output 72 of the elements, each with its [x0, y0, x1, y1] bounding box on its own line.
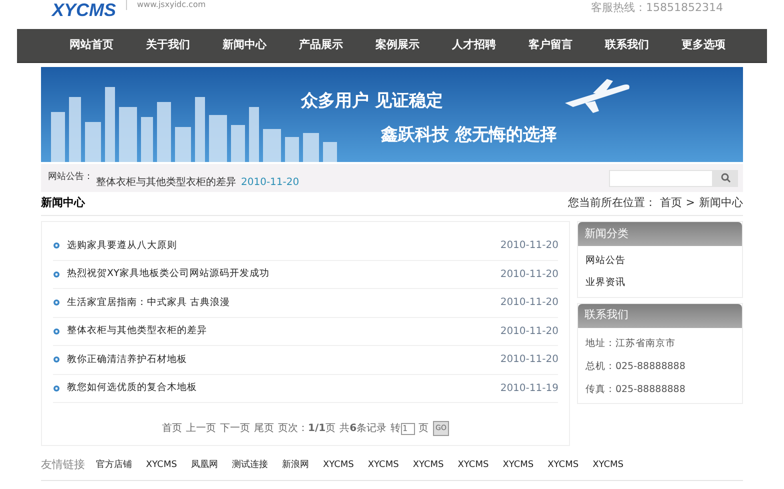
friend-link[interactable]: XYCMS: [548, 458, 579, 472]
friend-link[interactable]: XYCMS: [322, 458, 354, 472]
friend-link[interactable]: 凤凰网: [190, 458, 218, 472]
nav-link[interactable]: 新闻中心: [206, 37, 282, 54]
pager-link[interactable]: 下一页: [220, 421, 250, 436]
friend-links-label: 友情链接: [41, 457, 85, 474]
notice-label: 网站公告：: [48, 171, 93, 184]
news-link[interactable]: 生活家宜居指南：中式家具 古典浪漫: [67, 296, 230, 310]
pager-link[interactable]: 上一页: [186, 421, 216, 436]
breadcrumb-link[interactable]: 首页: [660, 195, 682, 212]
news-date: 2010-11-20: [500, 239, 558, 254]
contact-text: 总机：025-88888888: [584, 360, 686, 374]
page-input[interactable]: 1: [400, 422, 415, 434]
news-link[interactable]: 教您如何选优质的复合木地板: [67, 381, 197, 396]
bullet-icon: [53, 384, 60, 392]
news-date: 2010-11-20: [500, 324, 558, 339]
hotline-text: 客服热线：15851852314: [591, 1, 723, 15]
breadcrumb-link[interactable]: >: [686, 195, 695, 212]
nav-link[interactable]: 联系我们: [588, 37, 665, 54]
goto-label: 转: [390, 422, 401, 436]
friend-link[interactable]: 官方店铺: [96, 458, 132, 472]
news-link[interactable]: 选购家具要遵从八大原则: [67, 238, 177, 253]
news-link[interactable]: 整体衣柜与其他类型衣柜的差异: [67, 324, 207, 338]
nav-link[interactable]: 人才招聘: [436, 37, 512, 54]
friend-link[interactable]: XYCMS: [458, 458, 489, 472]
record-count: 共6条记录: [340, 422, 387, 436]
search-icon: [720, 173, 730, 183]
notice-link[interactable]: 整体衣柜与其他类型衣柜的差异: [96, 175, 236, 190]
nav-link[interactable]: 网站首页: [53, 37, 130, 54]
search-field[interactable]: [609, 170, 713, 186]
contact-text: 地址：江苏省南京市: [584, 336, 676, 350]
nav-link[interactable]: 更多选项: [665, 37, 742, 54]
pager-link[interactable]: 尾页: [254, 421, 274, 436]
news-date: 2010-11-20: [500, 296, 558, 310]
bullet-icon: [53, 356, 60, 364]
category-link[interactable]: 业界资讯: [578, 276, 742, 290]
contact-text: 传真：025-88888888: [584, 383, 686, 397]
breadcrumb-link[interactable]: 新闻中心: [699, 195, 743, 212]
bullet-icon: [53, 299, 60, 306]
banner-slogan: 鑫跃科技 您无悔的选择: [381, 124, 558, 146]
banner-slogan: 众多用户 见证稳定: [301, 90, 444, 113]
nav-link[interactable]: 产品展示: [282, 37, 359, 54]
site-url: www.jsxyidc.com: [137, 0, 206, 10]
news-date: 2010-11-20: [500, 353, 558, 368]
category-link[interactable]: 网站公告: [578, 254, 742, 268]
friend-link[interactable]: 测试连接: [232, 458, 268, 472]
nav-link[interactable]: 案例展示: [359, 37, 436, 54]
nav-link[interactable]: 客户留言: [512, 37, 588, 54]
pager-link[interactable]: 首页: [162, 421, 182, 436]
breadcrumb-label: 您当前所在位置：: [568, 195, 656, 212]
friend-link[interactable]: XYCMS: [146, 458, 177, 472]
section-title: 新闻中心: [41, 195, 85, 212]
friend-link[interactable]: XYCMS: [592, 458, 624, 472]
search-button[interactable]: [713, 170, 738, 186]
bullet-icon: [53, 270, 60, 278]
friend-link[interactable]: 新浪网: [282, 458, 309, 472]
bullet-icon: [53, 242, 60, 250]
panel-title: 新闻分类: [584, 226, 628, 242]
notice-date: 2010-11-20: [241, 176, 300, 190]
friend-link[interactable]: XYCMS: [368, 458, 399, 472]
panel-title: 联系我们: [584, 307, 628, 324]
bullet-icon: [53, 328, 60, 335]
news-date: 2010-11-19: [500, 382, 558, 396]
news-link[interactable]: 教你正确清洁养护石材地板: [67, 352, 187, 367]
friend-link[interactable]: XYCMS: [502, 458, 534, 472]
page-info: 页次：1/1页: [278, 422, 336, 436]
nav-link[interactable]: 关于我们: [130, 37, 206, 54]
news-link[interactable]: 热烈祝贺XY家具地板类公司网站源码开发成功: [67, 267, 270, 282]
page-unit: 页: [418, 422, 429, 436]
site-logo[interactable]: XYCMS: [52, 0, 116, 20]
news-date: 2010-11-20: [500, 268, 558, 282]
friend-link[interactable]: XYCMS: [412, 458, 444, 472]
